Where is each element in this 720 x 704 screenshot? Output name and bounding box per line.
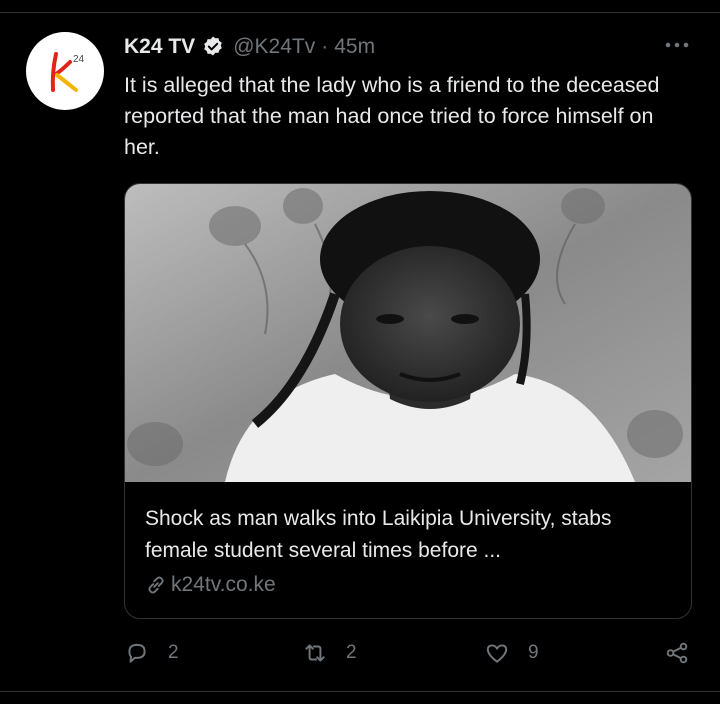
author-handle[interactable]: @K24Tv xyxy=(233,35,315,59)
like-icon xyxy=(486,644,508,663)
retweet-icon xyxy=(305,644,325,662)
avatar[interactable]: 24 xyxy=(26,32,104,110)
reply-icon xyxy=(128,643,146,663)
link-icon xyxy=(148,576,164,594)
verified-icon xyxy=(204,36,223,56)
more-icon[interactable] xyxy=(664,35,690,55)
retweet-button[interactable]: 2 xyxy=(302,640,357,666)
link-card[interactable]: Shock as man walks into Laikipia Univers… xyxy=(124,183,692,619)
card-image[interactable] xyxy=(125,184,692,482)
card-body: Shock as man walks into Laikipia Univers… xyxy=(145,503,675,597)
retweet-count: 2 xyxy=(346,642,357,663)
reply-button[interactable]: 2 xyxy=(124,640,179,666)
share-icon xyxy=(666,642,688,664)
tweet-header: K24 TV @K24Tv · 45m xyxy=(124,32,375,62)
reply-count: 2 xyxy=(168,642,179,663)
card-title[interactable]: Shock as man walks into Laikipia Univers… xyxy=(145,503,675,567)
author-name[interactable]: K24 TV xyxy=(124,35,195,59)
share-button[interactable] xyxy=(664,640,690,666)
meta-separator: · xyxy=(321,35,329,58)
divider xyxy=(0,12,720,13)
avatar-sup: 24 xyxy=(73,54,85,65)
k24-logo: 24 xyxy=(50,52,85,92)
tweet-actions: 2 2 9 xyxy=(124,640,700,674)
like-count: 9 xyxy=(528,642,539,663)
tweet-time[interactable]: 45m xyxy=(334,35,375,59)
tweet-text: It is alleged that the lady who is a fri… xyxy=(124,73,660,159)
like-button[interactable]: 9 xyxy=(484,640,539,666)
card-domain-row: k24tv.co.ke xyxy=(145,573,675,597)
tweet[interactable]: 24 K24 TV @K24Tv · 45m It is alleged tha… xyxy=(0,0,720,704)
card-domain[interactable]: k24tv.co.ke xyxy=(171,573,276,597)
divider xyxy=(0,691,720,692)
